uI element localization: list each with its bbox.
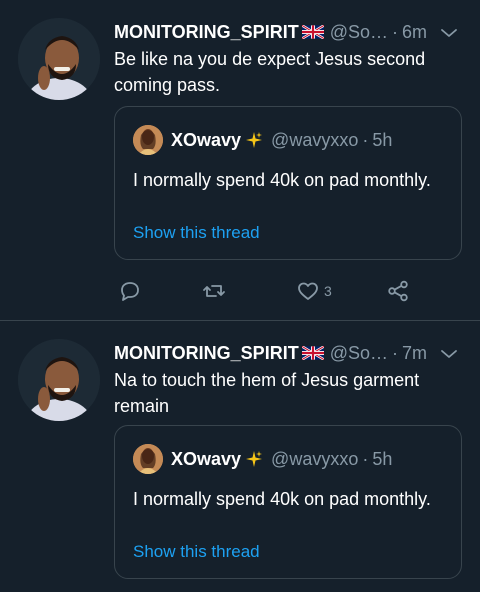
separator-dot: · xyxy=(391,21,398,42)
quoted-author-name: XOwavy xyxy=(171,129,242,150)
author-handle[interactable]: @So… xyxy=(330,22,388,43)
chevron-down-icon[interactable] xyxy=(440,345,458,363)
sparkles-icon xyxy=(245,131,263,149)
quoted-timestamp: 5h xyxy=(372,129,393,150)
quoted-text: I normally spend 40k on pad monthly. xyxy=(133,170,431,190)
author-name[interactable]: MONITORING_SPIRIT xyxy=(114,343,299,364)
quoted-tweet[interactable]: XOwavy @wavyxxo · 5h I normally spend 40… xyxy=(114,425,462,579)
quoted-header: XOwavy @wavyxxo · 5h xyxy=(171,446,392,472)
quoted-author-handle: @wavyxxo xyxy=(271,448,359,469)
author-name[interactable]: MONITORING_SPIRIT xyxy=(114,22,299,43)
avatar-image xyxy=(18,18,100,100)
retweet-icon xyxy=(203,285,225,297)
show-thread-link[interactable]: Show this thread xyxy=(133,542,260,562)
tweet[interactable]: MONITORING_SPIRIT @So… · 7m Na to touch … xyxy=(0,321,480,592)
quoted-text: I normally spend 40k on pad monthly. xyxy=(133,489,431,509)
tweet-text: Be like na you de expect Jesus second co… xyxy=(114,49,426,95)
quoted-author-handle: @wavyxxo xyxy=(271,129,359,150)
tweet-header: MONITORING_SPIRIT @So… · 7m xyxy=(114,339,464,367)
tweet-header: MONITORING_SPIRIT @So… · 6m xyxy=(114,18,464,46)
quoted-timestamp: 5h xyxy=(372,448,393,469)
avatar[interactable] xyxy=(18,18,100,100)
chevron-down-icon[interactable] xyxy=(440,24,458,42)
share-icon xyxy=(388,280,408,302)
author-handle[interactable]: @So… xyxy=(330,343,388,364)
tweet[interactable]: MONITORING_SPIRIT @So… · 6m Be like na y… xyxy=(0,0,480,320)
quoted-tweet[interactable]: XOwavy @wavyxxo · 5h I normally spend 40… xyxy=(114,106,462,260)
like-button[interactable]: 3 xyxy=(296,276,332,306)
reply-button[interactable] xyxy=(118,276,146,306)
uk-flag-icon xyxy=(301,345,325,361)
quoted-author-name: XOwavy xyxy=(171,448,242,469)
reply-icon xyxy=(121,282,139,301)
sparkles-icon xyxy=(245,450,263,468)
separator-dot: · xyxy=(362,129,369,150)
avatar[interactable] xyxy=(18,339,100,421)
avatar xyxy=(133,444,163,474)
timeline-feed: MONITORING_SPIRIT @So… · 6m Be like na y… xyxy=(0,0,480,592)
uk-flag-icon xyxy=(301,24,325,40)
timestamp[interactable]: 7m xyxy=(402,343,427,364)
avatar-image xyxy=(18,339,100,421)
timestamp[interactable]: 6m xyxy=(402,22,427,43)
like-count: 3 xyxy=(324,283,332,299)
share-button[interactable] xyxy=(386,276,410,306)
separator-dot: · xyxy=(362,448,369,469)
retweet-button[interactable] xyxy=(202,276,230,306)
show-thread-link[interactable]: Show this thread xyxy=(133,223,260,243)
avatar xyxy=(133,125,163,155)
quoted-header: XOwavy @wavyxxo · 5h xyxy=(171,127,392,153)
tweet-actions: 3 xyxy=(114,276,434,306)
tweet-text: Na to touch the hem of Jesus garment rem… xyxy=(114,370,420,416)
separator-dot: · xyxy=(391,342,398,363)
heart-icon xyxy=(298,282,318,300)
